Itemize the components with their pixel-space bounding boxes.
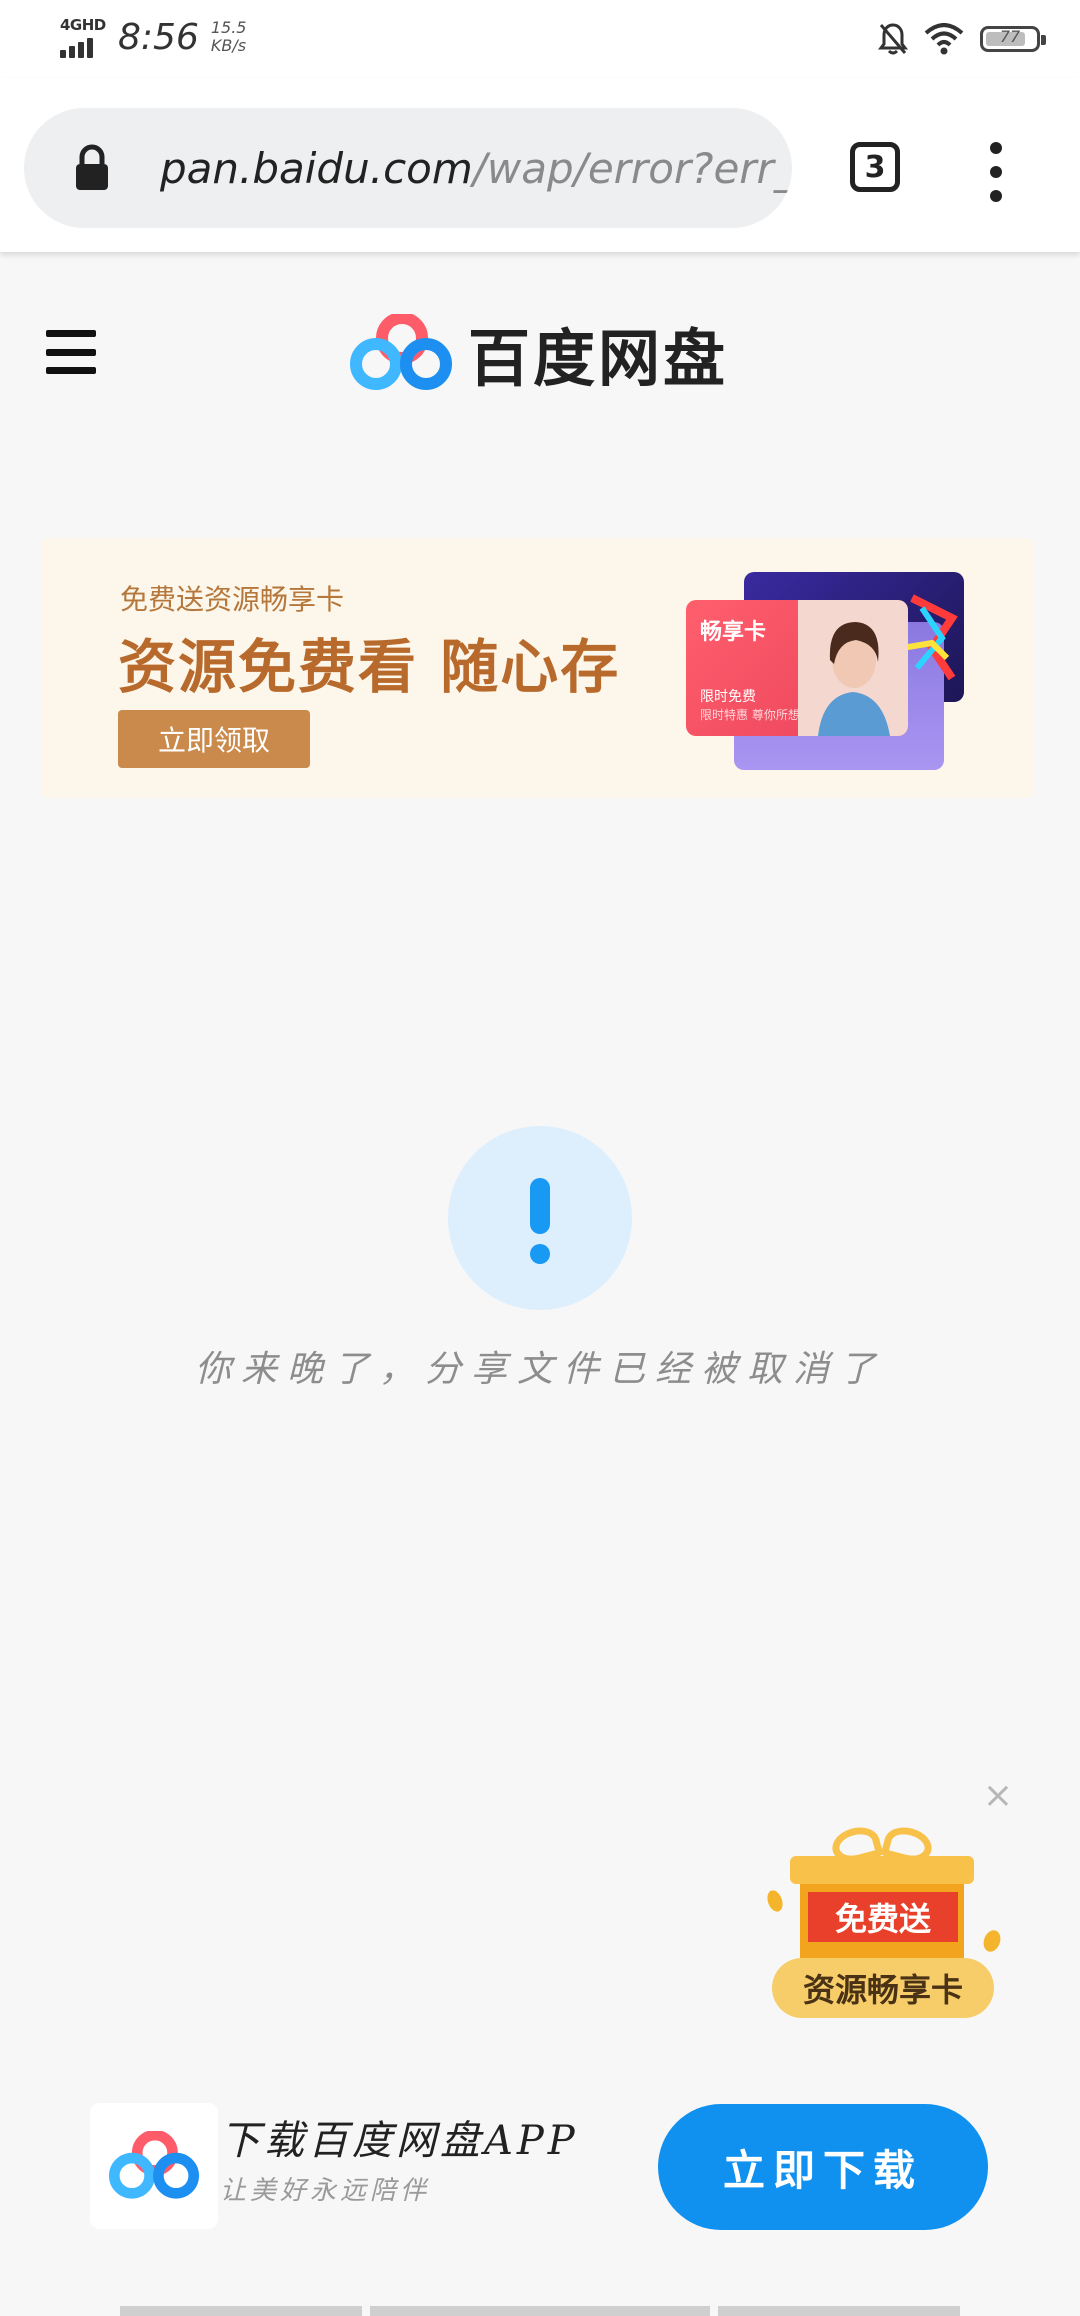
bell-off-icon xyxy=(878,23,908,55)
lock-icon xyxy=(76,144,108,190)
gift-promo-button[interactable]: 免费送 资源畅享卡 xyxy=(764,1822,1004,2024)
logo-text: 百度网盘 xyxy=(468,322,729,395)
card-line2: 限时特惠 尊你所想 xyxy=(700,708,800,722)
wifi-icon xyxy=(924,23,964,55)
browser-toolbar: pan.baidu.com/wap/error?err_nu 3 xyxy=(0,78,1080,252)
tab-switcher-button[interactable]: 3 xyxy=(850,142,900,192)
address-bar[interactable]: pan.baidu.com/wap/error?err_nu xyxy=(24,108,792,228)
url-text[interactable]: pan.baidu.com/wap/error?err_nu xyxy=(160,144,792,193)
bottom-indicator xyxy=(120,2306,960,2316)
app-download-bar: 下载百度网盘APP 让美好永远陪伴 立即下载 xyxy=(0,2078,1080,2298)
portrait-image xyxy=(798,600,908,736)
status-bar: 4GHD 8:56 15.5 KB/s 77 xyxy=(0,0,1080,78)
app-icon xyxy=(90,2103,218,2229)
gift-label-top: 免费送 xyxy=(808,1892,958,1942)
signal-icon: 4GHD xyxy=(58,16,108,60)
app-title: 下载百度网盘APP xyxy=(220,2118,579,2164)
url-path: /wap/error?err_nu xyxy=(472,143,792,193)
card-line1: 限时免费 xyxy=(700,689,756,705)
battery-level: 77 xyxy=(999,27,1021,46)
close-icon[interactable]: × xyxy=(982,1778,1014,1814)
site-logo[interactable]: 百度网盘 xyxy=(350,308,728,398)
baidu-netdisk-app-icon xyxy=(109,2131,199,2199)
error-message: 你来晚了，分享文件已经被取消了 xyxy=(194,1349,885,1390)
card-image-front: 畅享卡 限时免费 限时特惠 尊你所想 xyxy=(686,600,908,736)
status-time: 8:56 xyxy=(118,17,199,58)
more-vertical-icon[interactable] xyxy=(984,142,1008,202)
network-type: 4GHD xyxy=(60,16,106,34)
app-subtitle: 让美好永远陪伴 xyxy=(220,2176,431,2206)
alert-icon xyxy=(448,1126,632,1310)
baidu-netdisk-logo xyxy=(350,314,452,390)
url-host: pan.baidu.com xyxy=(160,143,473,193)
menu-icon[interactable] xyxy=(46,330,96,374)
gift-label-bottom: 资源畅享卡 xyxy=(772,1958,994,2018)
download-now-button[interactable]: 立即下载 xyxy=(658,2104,988,2230)
speed-unit: KB/s xyxy=(210,36,247,55)
card-title: 畅享卡 xyxy=(700,620,767,645)
battery-icon: 77 xyxy=(980,26,1046,52)
status-left: 4GHD 8:56 15.5 KB/s xyxy=(58,16,246,60)
network-speed: 15.5 KB/s xyxy=(211,16,247,55)
banner-subtitle: 免费送资源畅享卡 xyxy=(120,583,345,616)
status-right: 77 xyxy=(878,22,1046,56)
card-art-image xyxy=(902,594,958,681)
banner-title: 资源免费看 随心存 xyxy=(118,633,621,701)
claim-now-button[interactable]: 立即领取 xyxy=(118,710,310,768)
promo-banner[interactable]: 免费送资源畅享卡 资源免费看 随心存 立即领取 畅享卡 限时免费 限时特惠 尊你… xyxy=(42,538,1034,798)
speed-value: 15.5 xyxy=(210,18,247,37)
